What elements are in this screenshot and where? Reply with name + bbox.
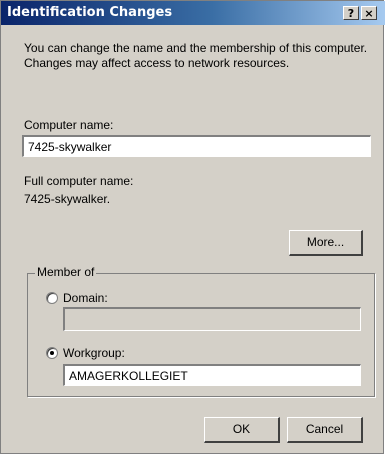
identification-changes-dialog: Identification Changes ? × You can chang… (0, 0, 385, 454)
cancel-button[interactable]: Cancel (287, 417, 363, 443)
description-text: You can change the name and the membersh… (24, 41, 368, 70)
workgroup-radio[interactable] (46, 347, 58, 359)
more-button[interactable]: More... (289, 230, 363, 256)
title-bar[interactable]: Identification Changes ? × (1, 1, 385, 25)
ok-button[interactable]: OK (204, 417, 280, 443)
computer-name-input[interactable]: 7425-skywalker (22, 135, 371, 157)
workgroup-radio-dot (50, 351, 54, 355)
computer-name-label: Computer name: (24, 118, 114, 132)
domain-radio[interactable] (46, 292, 58, 304)
domain-label: Domain: (63, 291, 108, 305)
workgroup-input[interactable]: AMAGERKOLLEGIET (63, 364, 361, 386)
close-button[interactable]: × (361, 6, 377, 20)
help-button[interactable]: ? (343, 6, 359, 20)
domain-input[interactable] (63, 307, 361, 331)
member-of-label: Member of (35, 265, 97, 279)
full-computer-name-value: 7425-skywalker. (24, 192, 111, 206)
workgroup-label: Workgroup: (63, 346, 125, 360)
full-computer-name-label: Full computer name: (24, 174, 134, 188)
window-title: Identification Changes (7, 5, 173, 20)
